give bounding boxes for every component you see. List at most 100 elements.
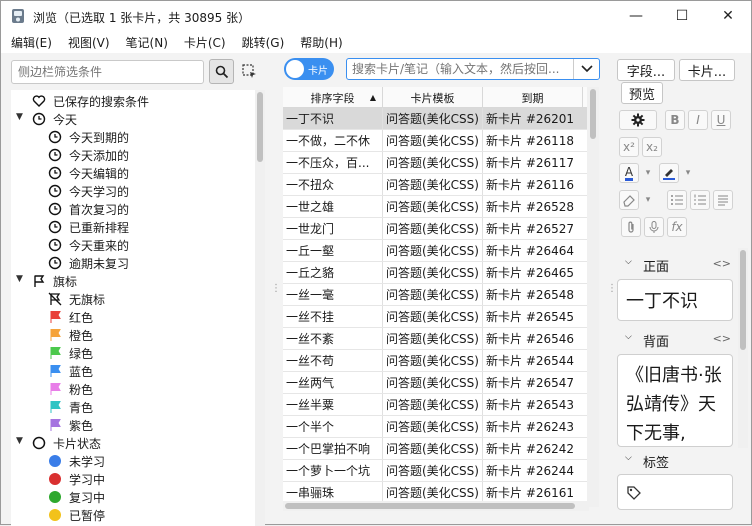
tree-first-review[interactable]: 首次复习的	[47, 200, 129, 218]
table-row[interactable]: 一丝不紊 问答题(美化CSS) 新卡片 #26546	[283, 328, 589, 350]
table-vertical-scrollbar[interactable]	[587, 87, 599, 507]
main-search-input[interactable]	[347, 59, 572, 79]
preview-button[interactable]: 预览	[621, 82, 663, 104]
minimize-button[interactable]: —	[613, 1, 659, 31]
splitter-handle[interactable]: ⋮	[271, 283, 281, 295]
menu-help[interactable]: 帮助(H)	[290, 31, 348, 53]
search-history-dropdown[interactable]	[573, 59, 599, 79]
chevron-down-icon[interactable]: ⌵	[625, 257, 632, 267]
table-row[interactable]: 一丁不识 问答题(美化CSS) 新卡片 #26201	[283, 108, 589, 130]
tree-flag-teal[interactable]: 青色	[47, 398, 93, 416]
tree-today-again[interactable]: 今天重来的	[47, 236, 129, 254]
tree-state-suspended[interactable]: 已暂停	[47, 506, 105, 524]
table-row[interactable]: 一个巴掌拍不响 问答题(美化CSS) 新卡片 #26242	[283, 438, 589, 460]
html-editor-toggle[interactable]: <>	[713, 257, 731, 270]
menu-view[interactable]: 视图(V)	[58, 31, 116, 53]
tree-overdue[interactable]: 逾期未复习	[47, 254, 129, 272]
maximize-button[interactable]: ☐	[659, 1, 705, 31]
scrollbar-thumb[interactable]	[285, 503, 575, 509]
highlight-button[interactable]	[659, 163, 679, 183]
field-front[interactable]: 一丁不识	[617, 279, 733, 321]
field-front-value[interactable]: 一丁不识	[618, 280, 732, 320]
splitter-handle[interactable]: ⋮	[607, 283, 617, 294]
tree-state-review[interactable]: 复习中	[47, 488, 105, 506]
chevron-down-icon[interactable]: ⌵	[625, 332, 632, 342]
table-row[interactable]: 一个半个 问答题(美化CSS) 新卡片 #26243	[283, 416, 589, 438]
tree-flags[interactable]: 旗标	[31, 272, 77, 290]
table-row[interactable]: 一不扭众 问答题(美化CSS) 新卡片 #26116	[283, 174, 589, 196]
chevron-down-icon[interactable]: ▼	[16, 436, 23, 446]
italic-button[interactable]: I	[688, 110, 708, 130]
editor-scrollbar[interactable]	[738, 248, 748, 448]
field-back[interactable]: 《旧唐书·张弘靖传》天下无事,	[617, 354, 733, 447]
text-color-button[interactable]: A	[619, 163, 639, 183]
numbered-list-button[interactable]	[690, 190, 710, 210]
cards-notes-toggle[interactable]: 卡片	[284, 58, 334, 80]
highlight-dropdown[interactable]: ▾	[681, 163, 695, 183]
text-color-dropdown[interactable]: ▾	[641, 163, 655, 183]
table-row[interactable]: 一世之雄 问答题(美化CSS) 新卡片 #26528	[283, 196, 589, 218]
column-card-template[interactable]: 卡片模板	[383, 87, 483, 108]
tree-today-due[interactable]: 今天到期的	[47, 128, 129, 146]
field-header-front[interactable]: ⌵ 正面 <>	[617, 255, 735, 275]
sidebar-scrollbar[interactable]	[255, 90, 265, 526]
menu-cards[interactable]: 卡片(C)	[174, 31, 232, 53]
bullet-list-button[interactable]	[667, 190, 687, 210]
tree-state-new[interactable]: 未学习	[47, 452, 105, 470]
tree-flag-orange[interactable]: 橙色	[47, 326, 93, 344]
sidebar-select-tool[interactable]	[239, 61, 259, 81]
tree-flag-pink[interactable]: 粉色	[47, 380, 93, 398]
formula-button[interactable]: fx	[667, 217, 687, 237]
attach-button[interactable]	[621, 217, 641, 237]
tree-flag-blue[interactable]: 蓝色	[47, 362, 93, 380]
menu-go[interactable]: 跳转(G)	[232, 31, 291, 53]
table-row[interactable]: 一世龙门 问答题(美化CSS) 新卡片 #26527	[283, 218, 589, 240]
menu-edit[interactable]: 编辑(E)	[1, 31, 58, 53]
tree-rescheduled[interactable]: 已重新排程	[47, 218, 129, 236]
scrollbar-thumb[interactable]	[590, 89, 596, 139]
tree-card-state[interactable]: 卡片状态	[31, 434, 101, 452]
chevron-down-icon[interactable]: ⌵	[625, 453, 632, 463]
tree-saved-searches[interactable]: 已保存的搜索条件	[31, 92, 149, 110]
menu-notes[interactable]: 笔记(N)	[116, 31, 174, 53]
tags-header[interactable]: ⌵ 标签	[617, 451, 735, 471]
align-button[interactable]	[713, 190, 733, 210]
scrollbar-thumb[interactable]	[740, 250, 746, 350]
tree-today-edited[interactable]: 今天编辑的	[47, 164, 129, 182]
table-row[interactable]: 一丝一毫 问答题(美化CSS) 新卡片 #26548	[283, 284, 589, 306]
settings-button[interactable]	[619, 110, 657, 130]
underline-button[interactable]: U	[711, 110, 731, 130]
tree-today[interactable]: 今天	[31, 110, 77, 128]
fields-button[interactable]: 字段...	[617, 59, 675, 81]
eraser-dropdown[interactable]: ▾	[641, 190, 655, 210]
tree-today-added[interactable]: 今天添加的	[47, 146, 129, 164]
tree-flag-purple[interactable]: 紫色	[47, 416, 93, 434]
table-row[interactable]: 一丘一壑 问答题(美化CSS) 新卡片 #26464	[283, 240, 589, 262]
superscript-button[interactable]: x²	[619, 137, 639, 157]
sidebar-filter-input[interactable]	[12, 61, 203, 83]
table-row[interactable]: 一丝两气 问答题(美化CSS) 新卡片 #26547	[283, 372, 589, 394]
bold-button[interactable]: B	[665, 110, 685, 130]
column-sort-field[interactable]: 排序字段 ▲	[283, 87, 383, 108]
field-back-value[interactable]: 《旧唐书·张弘靖传》天下无事,	[618, 355, 732, 446]
close-button[interactable]: ✕	[705, 1, 751, 31]
table-row[interactable]: 一丘之貉 问答题(美化CSS) 新卡片 #26465	[283, 262, 589, 284]
tree-flag-red[interactable]: 红色	[47, 308, 93, 326]
subscript-button[interactable]: x₂	[642, 137, 662, 157]
column-due[interactable]: 到期	[483, 87, 583, 108]
table-horizontal-scrollbar[interactable]	[283, 501, 589, 511]
tree-today-studied[interactable]: 今天学习的	[47, 182, 129, 200]
cards-button[interactable]: 卡片...	[679, 59, 735, 81]
tree-flag-none[interactable]: 无旗标	[47, 290, 105, 308]
tree-flag-green[interactable]: 绿色	[47, 344, 93, 362]
html-editor-toggle[interactable]: <>	[713, 332, 731, 345]
tags-field[interactable]	[617, 474, 733, 510]
chevron-down-icon[interactable]: ▼	[16, 274, 23, 284]
scrollbar-thumb[interactable]	[257, 92, 263, 162]
table-row[interactable]: 一不做，二不休 问答题(美化CSS) 新卡片 #26118	[283, 130, 589, 152]
table-row[interactable]: 一不压众，百... 问答题(美化CSS) 新卡片 #26117	[283, 152, 589, 174]
table-row[interactable]: 一丝半粟 问答题(美化CSS) 新卡片 #26543	[283, 394, 589, 416]
table-row[interactable]: 一丝不苟 问答题(美化CSS) 新卡片 #26544	[283, 350, 589, 372]
table-row[interactable]: 一丝不挂 问答题(美化CSS) 新卡片 #26545	[283, 306, 589, 328]
tree-state-learning[interactable]: 学习中	[47, 470, 105, 488]
